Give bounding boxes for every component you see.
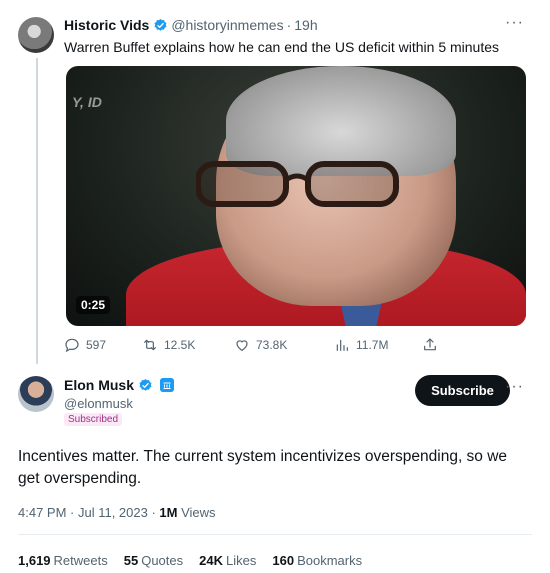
views-label: Views: [181, 505, 216, 520]
retweet-icon: [144, 339, 156, 351]
reply-count: 597: [86, 338, 107, 352]
video-frame-glasses: [196, 161, 399, 207]
separator-dot: ·: [286, 17, 292, 33]
subscribe-button[interactable]: Subscribe: [415, 375, 510, 406]
verified-badge-icon: [139, 378, 152, 391]
quotes-label: Quotes: [141, 553, 184, 568]
engagement-stats: 1,619 Retweets 55 Quotes 24K Likes 160 Bookm…: [18, 553, 362, 568]
video-watermark: Y, ID: [72, 94, 102, 110]
author-handle[interactable]: @historyinmemes: [171, 17, 283, 33]
like-count: 73.8K: [256, 338, 288, 352]
retweets-count: 1,619: [18, 553, 51, 568]
parent-tweet[interactable]: Historic Vids @historyinmemes · 19h ··· …: [0, 0, 550, 365]
views-button[interactable]: 11.7M: [334, 337, 422, 353]
parent-tweet-actions: 597 12.5K 73.8K 11.7M: [64, 337, 454, 353]
like-icon: [236, 340, 248, 352]
main-tweet-text: Incentives matter. The current system in…: [18, 448, 508, 487]
author-name[interactable]: Historic Vids: [64, 17, 149, 33]
tweet-timestamp[interactable]: 4:47 PM · Jul 11, 2023 ·: [18, 505, 156, 520]
likes-label: Likes: [226, 553, 257, 568]
bookmarks-label: Bookmarks: [297, 553, 363, 568]
elon-musk-avatar[interactable]: [18, 376, 54, 412]
views-count: 11.7M: [356, 338, 389, 352]
tweet-meta: 4:47 PM · Jul 11, 2023 · 1M Views: [18, 505, 216, 520]
reply-icon: [65, 338, 79, 353]
post-time[interactable]: 19h: [294, 17, 317, 33]
retweets-label: Retweets: [53, 553, 108, 568]
share-button[interactable]: [422, 337, 438, 353]
government-badge-icon: [160, 378, 175, 392]
reply-button[interactable]: 597: [64, 337, 142, 353]
retweets-stat[interactable]: 1,619 Retweets: [18, 553, 108, 568]
views-count: 1M: [159, 505, 178, 520]
quotes-count: 55: [123, 553, 139, 568]
likes-count: 24K: [199, 553, 223, 568]
parent-tweet-text: Warren Buffet explains how he can end th…: [64, 39, 500, 55]
bookmarks-count: 160: [272, 553, 295, 568]
bookmarks-stat[interactable]: 160 Bookmarks: [272, 553, 362, 568]
views-icon: [336, 339, 348, 351]
share-icon: [424, 338, 436, 351]
author-name[interactable]: Elon Musk: [64, 377, 134, 393]
video-player[interactable]: Y, ID 0:25: [66, 66, 526, 326]
main-tweet-name-row: Elon Musk: [64, 377, 175, 393]
quotes-stat[interactable]: 55 Quotes: [124, 553, 183, 568]
video-duration: 0:25: [76, 296, 111, 314]
retweet-button[interactable]: 12.5K: [142, 337, 234, 353]
likes-stat[interactable]: 24K Likes: [199, 553, 256, 568]
more-options-icon[interactable]: ···: [505, 14, 524, 32]
more-options-icon[interactable]: ···: [505, 378, 524, 396]
retweet-count: 12.5K: [164, 338, 196, 352]
like-button[interactable]: 73.8K: [234, 337, 334, 353]
subscribed-badge: Subscribed: [64, 413, 123, 426]
verified-badge-icon: [154, 18, 167, 31]
author-handle[interactable]: @elonmusk: [64, 396, 133, 411]
stats-divider: [18, 534, 532, 535]
parent-tweet-header: Historic Vids @historyinmemes · 19h: [64, 17, 318, 33]
historic-vids-avatar[interactable]: [18, 17, 54, 53]
